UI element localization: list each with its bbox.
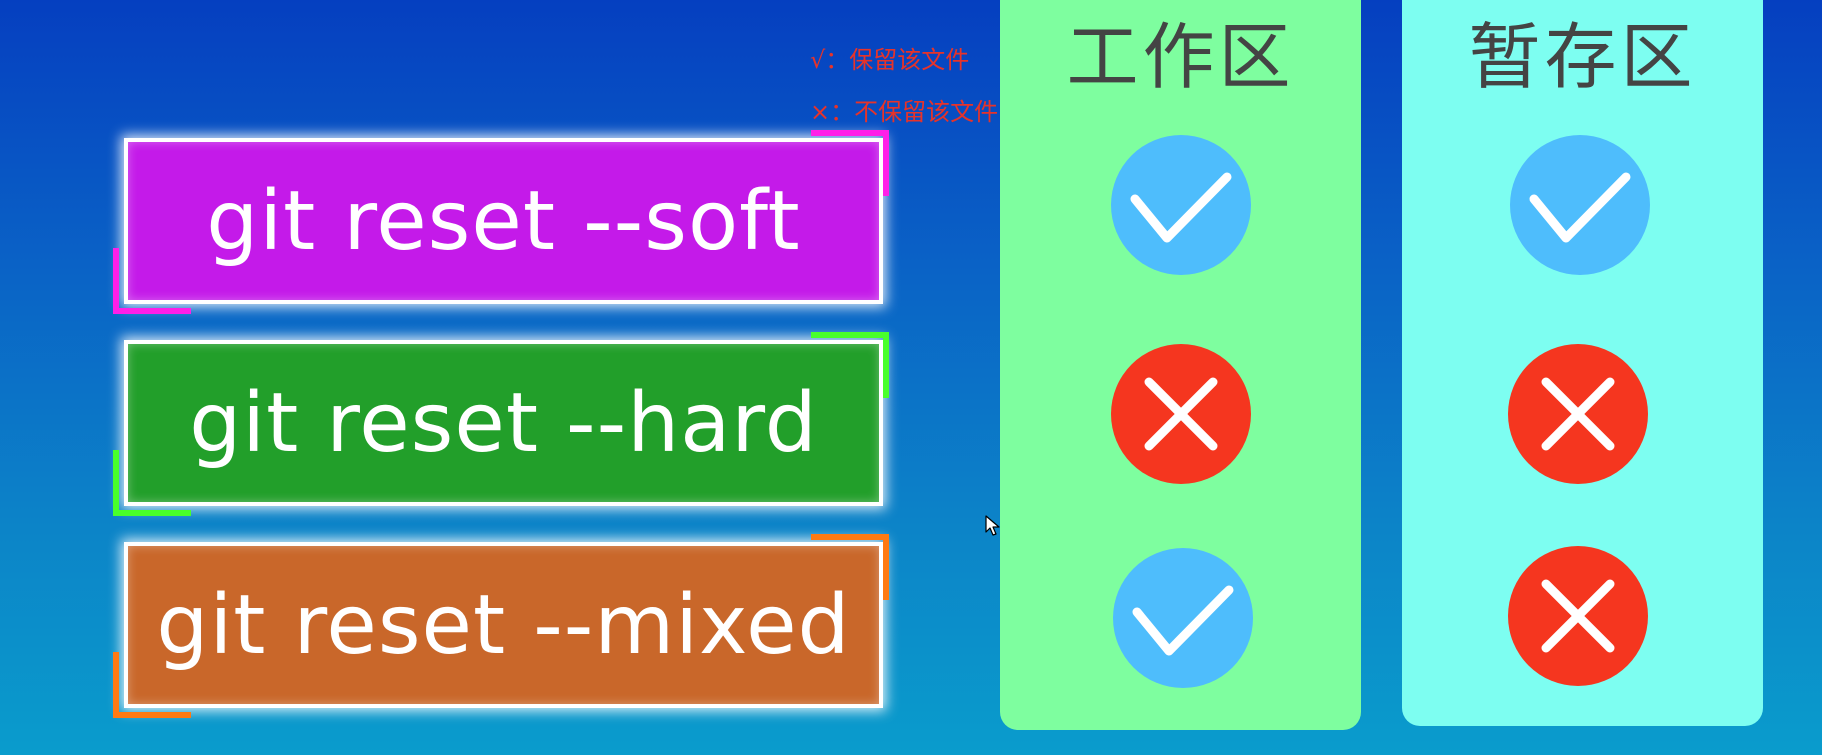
- staging-area-column: 暂存区: [1402, 0, 1763, 726]
- git-reset-soft-box: git reset --soft: [124, 138, 883, 304]
- soft-corner-bottom-left: [113, 248, 191, 314]
- git-reset-mixed-label: git reset --mixed: [156, 577, 851, 673]
- check-icon: [1113, 548, 1253, 688]
- check-icon: [1111, 135, 1251, 275]
- working-area-column: 工作区: [1000, 0, 1361, 730]
- working-area-title: 工作区: [1066, 15, 1295, 99]
- hard-corner-top-right: [811, 332, 889, 398]
- git-reset-hard-box: git reset --hard: [124, 340, 883, 506]
- staging-area-title: 暂存区: [1468, 15, 1697, 99]
- soft-corner-top-right: [811, 130, 889, 196]
- git-reset-hard-label: git reset --hard: [189, 375, 818, 471]
- hard-corner-bottom-left: [113, 450, 191, 516]
- git-reset-soft-label: git reset --soft: [206, 173, 801, 269]
- mixed-corner-top-right: [811, 534, 889, 600]
- mouse-cursor-icon: [985, 515, 1001, 541]
- cross-icon: [1111, 344, 1251, 484]
- legend-discard: ×：不保留该文件: [810, 98, 999, 126]
- cross-icon: [1508, 344, 1648, 484]
- legend-keep: √：保留该文件: [810, 46, 970, 74]
- cross-icon: [1508, 546, 1648, 686]
- git-reset-mixed-box: git reset --mixed: [124, 542, 883, 708]
- mixed-corner-bottom-left: [113, 652, 191, 718]
- check-icon: [1510, 135, 1650, 275]
